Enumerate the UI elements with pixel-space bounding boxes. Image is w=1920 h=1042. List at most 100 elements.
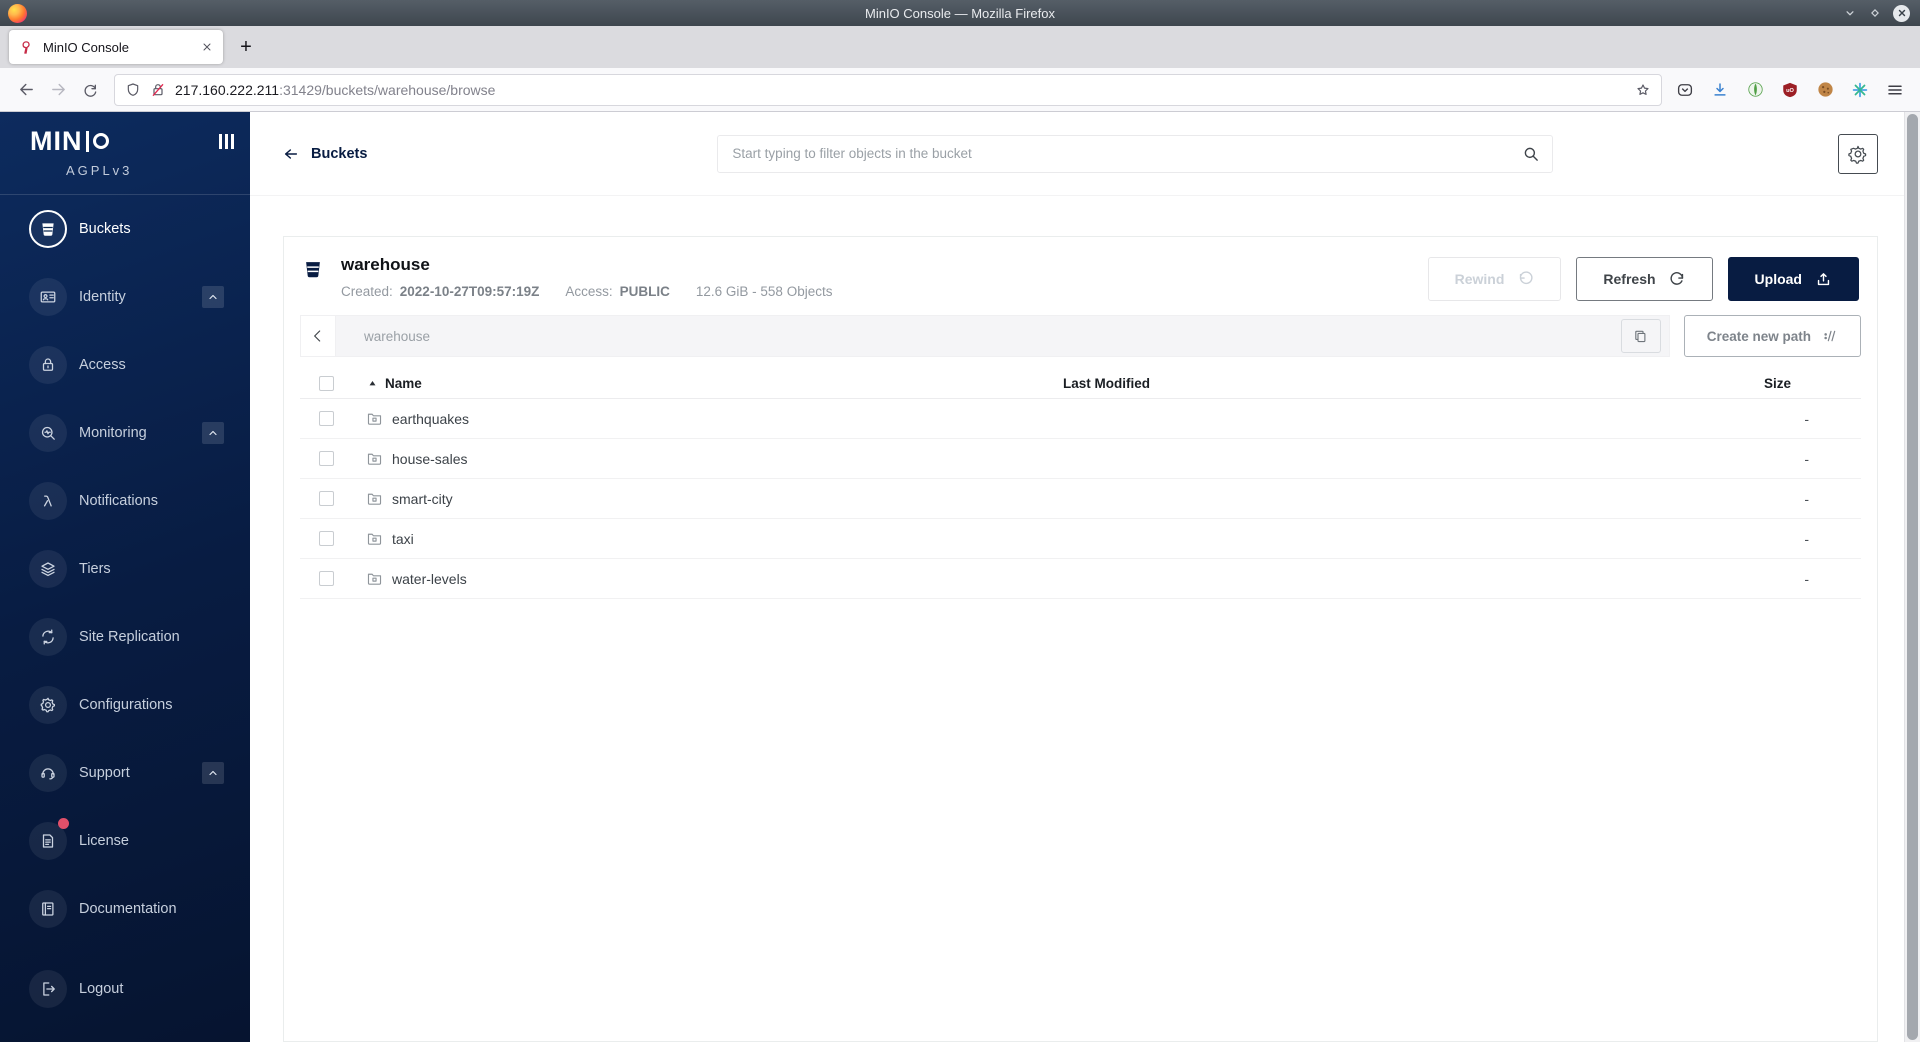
- main-content: Buckets warehouse Created:: [250, 112, 1920, 1042]
- table-row[interactable]: smart-city -: [300, 479, 1861, 519]
- sidebar-item-documentation[interactable]: Documentation: [0, 875, 250, 943]
- tiers-icon: [29, 550, 67, 588]
- object-size: -: [1804, 530, 1809, 547]
- object-name: smart-city: [392, 490, 453, 507]
- support-icon: [29, 754, 67, 792]
- table-row[interactable]: taxi -: [300, 519, 1861, 559]
- ublock-icon[interactable]: uO: [1775, 75, 1805, 105]
- row-checkbox[interactable]: [319, 451, 334, 466]
- row-checkbox[interactable]: [319, 411, 334, 426]
- shield-icon: [127, 82, 139, 96]
- rewind-icon: [1520, 270, 1533, 284]
- back-arrow-icon: [284, 148, 298, 159]
- tab-bar: MinIO Console +: [0, 26, 1920, 68]
- url-bar[interactable]: 217.160.222.211:31429/buckets/warehouse/…: [114, 73, 1662, 106]
- license-edition-label: AGPLv3: [66, 163, 133, 178]
- sidebar-item-monitoring[interactable]: Monitoring: [0, 399, 250, 467]
- select-all-checkbox[interactable]: [319, 376, 334, 391]
- upload-button[interactable]: Upload: [1727, 257, 1859, 301]
- download-icon[interactable]: [1705, 75, 1735, 105]
- logout-icon: [29, 970, 67, 1008]
- folder-icon: [366, 490, 383, 507]
- sidebar-item-configurations[interactable]: Configurations: [0, 671, 250, 739]
- browser-tab[interactable]: MinIO Console: [9, 30, 223, 64]
- sidebar-item-access[interactable]: Access: [0, 331, 250, 399]
- new-tab-button[interactable]: +: [231, 32, 261, 62]
- filter-objects-searchbox: [717, 134, 1554, 173]
- pocket-icon[interactable]: [1670, 75, 1700, 105]
- bucket-summary: 12.6 GiB - 558 Objects: [695, 284, 833, 299]
- chevron-up-icon[interactable]: [202, 422, 224, 444]
- tab-title: MinIO Console: [43, 39, 129, 55]
- path-bar-row: warehouse Create new path: [300, 315, 1861, 357]
- sidebar-collapse-icon[interactable]: [218, 134, 234, 149]
- sidebar: MIN AGPLv3 Buckets Identity Access Monit…: [0, 112, 250, 1042]
- url-text: 217.160.222.211:31429/buckets/warehouse/…: [175, 82, 495, 98]
- column-header-name[interactable]: Name: [350, 376, 1063, 391]
- buckets-back-link[interactable]: Buckets: [283, 146, 367, 162]
- rewind-button[interactable]: Rewind: [1427, 257, 1562, 301]
- back-nav-icon[interactable]: [10, 75, 42, 105]
- sidebar-item-identity[interactable]: Identity: [0, 263, 250, 331]
- page-header: Buckets: [250, 112, 1904, 196]
- replication-icon: [29, 618, 67, 656]
- object-size: -: [1804, 570, 1809, 587]
- menu-icon[interactable]: [1880, 75, 1910, 105]
- row-checkbox[interactable]: [319, 571, 334, 586]
- sidebar-item-notifications[interactable]: Notifications: [0, 467, 250, 535]
- path-back-button[interactable]: [300, 315, 336, 357]
- create-new-path-button[interactable]: Create new path: [1683, 315, 1861, 357]
- refresh-button[interactable]: Refresh: [1576, 257, 1713, 301]
- table-row[interactable]: house-sales -: [300, 439, 1861, 479]
- containers-icon[interactable]: [1845, 75, 1875, 105]
- table-row[interactable]: water-levels -: [300, 559, 1861, 599]
- bucket-header: warehouse Created: 2022-10-27T09:57:19Z …: [300, 237, 1861, 301]
- vertical-scrollbar[interactable]: [1904, 112, 1920, 1042]
- url-path: :31429/buckets/warehouse/browse: [279, 81, 496, 98]
- bookmark-star-icon[interactable]: [1635, 82, 1651, 98]
- toolbar-extension-icons: uO: [1670, 75, 1910, 105]
- chevron-left-icon: [314, 330, 321, 342]
- privacy-icon[interactable]: [1740, 75, 1770, 105]
- access-value: PUBLIC: [619, 284, 670, 299]
- table-row[interactable]: earthquakes -: [300, 399, 1861, 439]
- tab-close-icon[interactable]: [201, 41, 213, 53]
- bucket-settings-button[interactable]: [1838, 133, 1878, 174]
- column-header-modified[interactable]: Last Modified: [1063, 376, 1701, 391]
- row-checkbox[interactable]: [319, 531, 334, 546]
- folder-icon: [366, 530, 383, 547]
- notifications-icon: [29, 482, 67, 520]
- created-value: 2022-10-27T09:57:19Z: [399, 284, 540, 299]
- folder-icon: [366, 410, 383, 427]
- object-name: earthquakes: [392, 410, 470, 427]
- current-path-bar: warehouse: [336, 315, 1670, 357]
- chevron-up-icon[interactable]: [202, 286, 224, 308]
- object-size: -: [1804, 490, 1809, 507]
- search-icon: [1522, 145, 1540, 163]
- sidebar-item-site-replication[interactable]: Site Replication: [0, 603, 250, 671]
- chevron-up-icon[interactable]: [202, 762, 224, 784]
- minio-favicon-icon: [22, 40, 30, 54]
- row-checkbox[interactable]: [319, 491, 334, 506]
- reload-icon[interactable]: [74, 75, 106, 105]
- sidebar-item-logout[interactable]: Logout: [0, 955, 250, 1023]
- cookie-icon[interactable]: [1810, 75, 1840, 105]
- sidebar-item-buckets[interactable]: Buckets: [0, 195, 250, 263]
- search-input[interactable]: [732, 146, 1515, 161]
- bucket-icon: [302, 258, 324, 280]
- window-titlebar: MinIO Console — Mozilla Firefox: [0, 0, 1920, 26]
- sidebar-item-license[interactable]: License: [0, 807, 250, 875]
- forward-nav-icon[interactable]: [42, 75, 74, 105]
- scrollbar-thumb[interactable]: [1907, 114, 1918, 1040]
- sidebar-item-support[interactable]: Support: [0, 739, 250, 807]
- objects-table: Name Last Modified Size earthquakes - ho…: [300, 369, 1861, 599]
- copy-path-button[interactable]: [1620, 319, 1661, 353]
- refresh-icon: [1669, 271, 1683, 285]
- column-header-size[interactable]: Size: [1701, 376, 1861, 391]
- gear-icon: [1848, 145, 1867, 164]
- sidebar-menu: Buckets Identity Access Monitoring Notif…: [0, 195, 250, 1023]
- configurations-icon: [29, 686, 67, 724]
- sort-asc-icon: [367, 378, 378, 389]
- sidebar-item-tiers[interactable]: Tiers: [0, 535, 250, 603]
- bucket-meta: Created: 2022-10-27T09:57:19Z Access: PU…: [341, 284, 832, 299]
